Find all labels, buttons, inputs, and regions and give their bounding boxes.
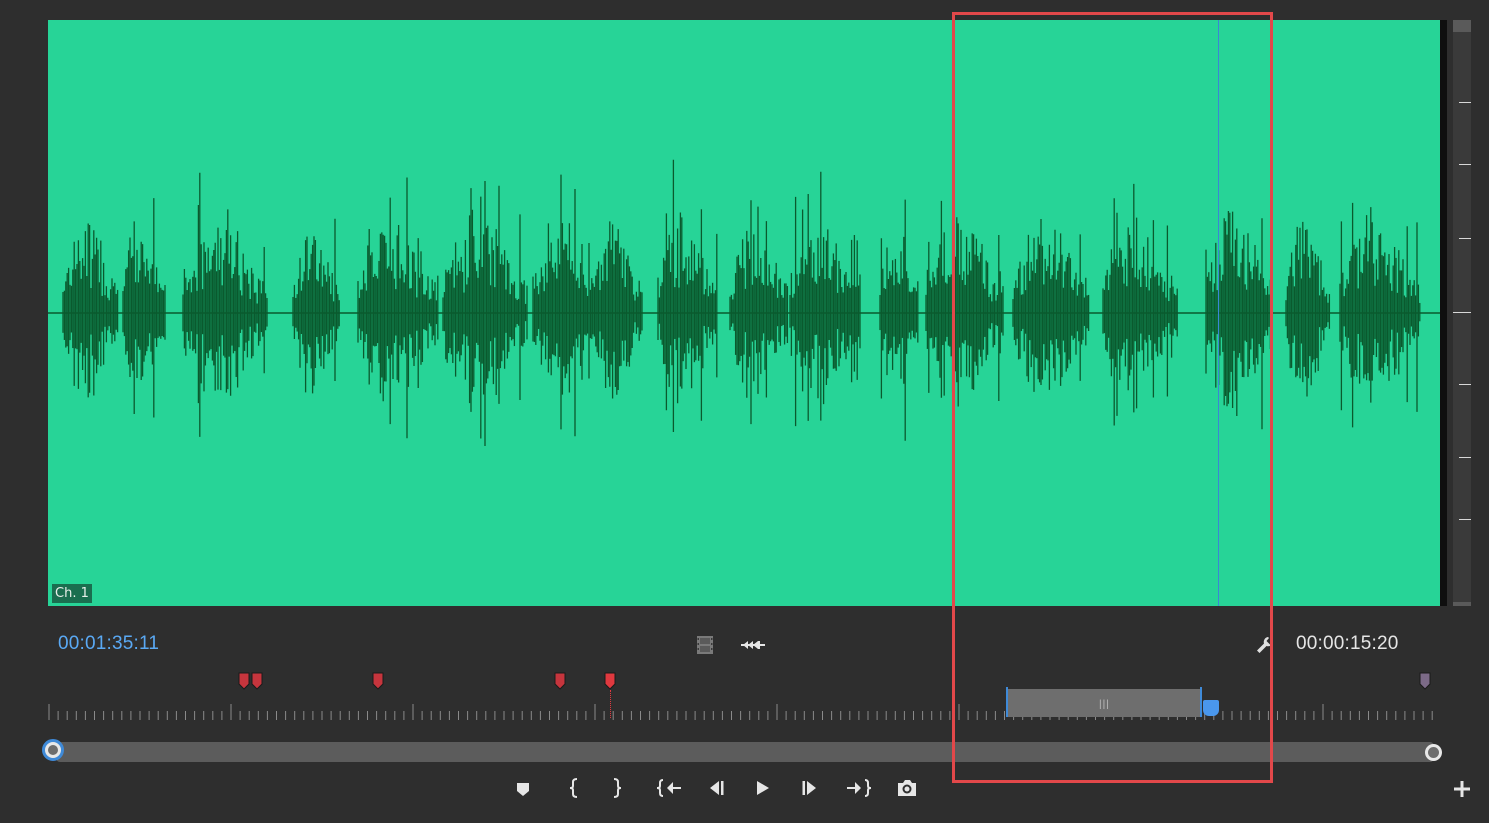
marker-icon [517,783,529,796]
step-back-icon [710,781,724,795]
scrollbar-bottom-handle[interactable] [1453,602,1471,606]
duration-timecode: 00:00:15:20 [1296,633,1399,654]
timeline-marker[interactable] [372,672,384,695]
go-to-out-button[interactable] [845,776,873,800]
step-back-button[interactable] [705,778,727,798]
go-to-out-icon [847,779,872,797]
mark-out-icon [613,778,622,798]
mark-in-button[interactable] [563,776,585,800]
go-to-in-icon [656,779,681,797]
filmstrip-icon[interactable] [695,634,715,656]
play-icon [757,781,769,795]
camera-icon [898,780,916,796]
export-frame-button[interactable] [895,777,919,799]
scrollbar-top-handle[interactable] [1453,20,1471,32]
step-forward-button[interactable] [799,778,821,798]
panel-edge [1440,20,1447,606]
go-to-in-button[interactable] [655,776,683,800]
mark-out-button[interactable] [606,776,628,800]
zoom-right-handle[interactable] [1425,744,1442,761]
zoom-left-handle[interactable] [42,739,64,761]
play-button[interactable] [751,778,773,798]
highlight-annotation [952,12,1273,783]
step-forward-icon [802,781,816,795]
button-editor-button[interactable] [1451,778,1473,800]
add-marker-button[interactable] [512,778,534,800]
mark-in-icon [569,778,578,798]
plus-icon [1454,781,1470,797]
timeline-marker[interactable] [238,672,250,695]
timeline-marker[interactable] [554,672,566,695]
vertical-zoom-scrollbar[interactable] [1453,20,1471,606]
playhead-timecode[interactable]: 00:01:35:11 [58,633,159,655]
timeline-marker[interactable] [251,672,263,695]
timeline-marker[interactable] [1419,672,1431,695]
audio-scrub-icon[interactable] [740,636,766,654]
channel-label: Ch. 1 [52,584,92,603]
